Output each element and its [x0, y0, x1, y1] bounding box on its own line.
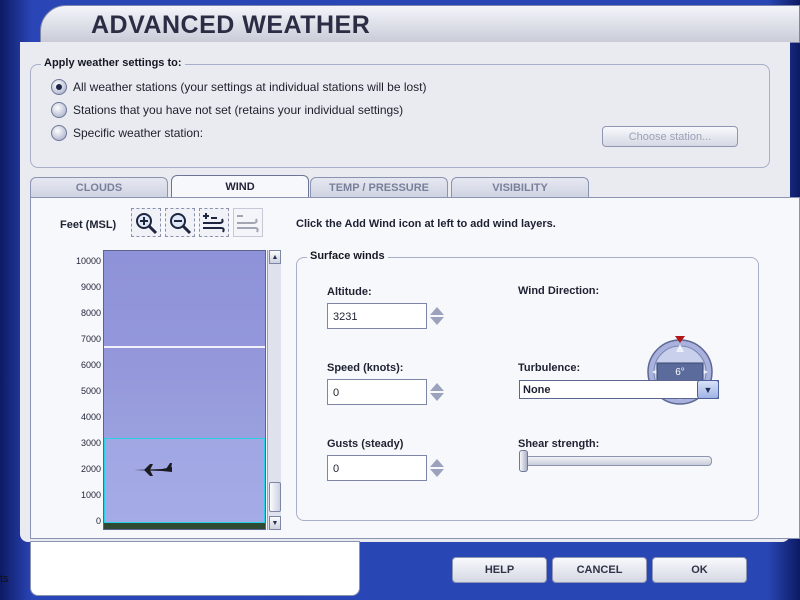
- radio-label: Specific weather station:: [73, 126, 204, 140]
- help-button[interactable]: HELP: [452, 557, 547, 583]
- scroll-thumb[interactable]: [269, 482, 281, 512]
- turbulence-value: None: [523, 384, 551, 396]
- spin-up-icon[interactable]: [430, 383, 444, 391]
- gusts-input[interactable]: 0: [327, 455, 427, 481]
- surface-wind-layer[interactable]: [104, 438, 265, 523]
- altitude-tick: 9000: [80, 282, 101, 292]
- bottom-white-panel: [30, 541, 360, 596]
- altitude-label: Altitude:: [327, 286, 372, 298]
- radio-all-stations[interactable]: All weather stations (your settings at i…: [51, 79, 427, 95]
- remove-wind-icon[interactable]: [233, 208, 263, 237]
- shear-strength-slider[interactable]: [519, 456, 712, 466]
- ok-button[interactable]: OK: [652, 557, 747, 583]
- speed-label: Speed (knots):: [327, 362, 404, 374]
- tab-visibility[interactable]: VISIBILITY: [451, 177, 589, 197]
- radio-button[interactable]: [51, 102, 67, 118]
- choose-station-button[interactable]: Choose station...: [602, 126, 738, 147]
- radio-specific-station[interactable]: Specific weather station:: [51, 125, 203, 141]
- shear-strength-handle[interactable]: [519, 450, 528, 472]
- tab-wind[interactable]: WIND: [171, 175, 309, 197]
- title-bar: ADVANCED WEATHER: [40, 5, 800, 43]
- altitude-tick: 5000: [80, 386, 101, 396]
- altitude-tick: 8000: [80, 308, 101, 318]
- spin-down-icon[interactable]: [430, 393, 444, 401]
- chevron-down-icon[interactable]: ▼: [697, 380, 719, 399]
- wind-direction-value: 6°: [675, 366, 685, 378]
- add-wind-icon[interactable]: [199, 208, 229, 237]
- apply-legend: Apply weather settings to:: [41, 57, 185, 69]
- scroll-up-icon[interactable]: ▲: [269, 250, 281, 264]
- radio-label: Stations that you have not set (retains …: [73, 103, 404, 117]
- apply-settings-group: Apply weather settings to: All weather s…: [30, 57, 770, 168]
- turbulence-label: Turbulence:: [518, 362, 581, 374]
- zoom-out-icon[interactable]: [165, 208, 195, 237]
- cancel-button[interactable]: CANCEL: [552, 557, 647, 583]
- ground-strip: [104, 523, 265, 529]
- shear-strength-label: Shear strength:: [518, 438, 600, 450]
- altitude-tick: 0: [95, 516, 101, 526]
- wind-tab-content: Feet (MSL) Click the Add Wind icon at le…: [30, 197, 800, 539]
- gusts-label: Gusts (steady): [327, 438, 404, 450]
- spin-up-icon[interactable]: [430, 459, 444, 467]
- zoom-in-icon[interactable]: [131, 208, 161, 237]
- tab-clouds[interactable]: CLOUDS: [30, 177, 168, 197]
- wind-layer-view[interactable]: [103, 250, 266, 530]
- scroll-down-icon[interactable]: ▼: [269, 516, 281, 530]
- altitude-tick: 3000: [80, 438, 101, 448]
- altitude-tick: 10000: [75, 256, 101, 266]
- radio-button[interactable]: [51, 125, 67, 141]
- altitude-tick: 7000: [80, 334, 101, 344]
- main-panel: Apply weather settings to: All weather s…: [20, 42, 800, 542]
- turbulence-dropdown[interactable]: None ▼: [519, 380, 719, 399]
- feet-msl-label: Feet (MSL): [60, 219, 117, 231]
- wind-direction-label: Wind Direction:: [518, 285, 600, 297]
- spin-up-icon[interactable]: [430, 307, 444, 315]
- tab-temp-pressure[interactable]: TEMP / PRESSURE: [310, 177, 448, 197]
- surface-winds-legend: Surface winds: [307, 250, 388, 262]
- spin-down-icon[interactable]: [430, 469, 444, 477]
- altitude-tick: 6000: [80, 360, 101, 370]
- tab-bar: CLOUDS WIND TEMP / PRESSURE VISIBILITY: [30, 175, 770, 197]
- altitude-input[interactable]: 3231: [327, 303, 427, 329]
- altitude-tick: 4000: [80, 412, 101, 422]
- speed-input[interactable]: 0: [327, 379, 427, 405]
- radio-button[interactable]: [51, 79, 67, 95]
- altitude-spinner[interactable]: [429, 303, 445, 329]
- altitude-tick: 1000: [80, 490, 101, 500]
- speed-spinner[interactable]: [429, 379, 445, 405]
- surface-winds-group: Surface winds Altitude: 3231 Speed (knot…: [296, 250, 759, 521]
- window-title: ADVANCED WEATHER: [91, 11, 371, 39]
- radio-unset-stations[interactable]: Stations that you have not set (retains …: [51, 102, 403, 118]
- altitude-scale: 10000 9000 8000 7000 6000 5000 4000 3000…: [61, 253, 101, 535]
- gusts-spinner[interactable]: [429, 455, 445, 481]
- bottom-left-fragment: ts: [0, 573, 9, 585]
- wind-instruction: Click the Add Wind icon at left to add w…: [296, 218, 556, 230]
- spin-down-icon[interactable]: [430, 317, 444, 325]
- aircraft-icon: [134, 463, 172, 476]
- wind-layer-line[interactable]: [104, 346, 265, 348]
- altitude-tick: 2000: [80, 464, 101, 474]
- altitude-scrollbar[interactable]: ▲ ▼: [267, 250, 281, 530]
- radio-label: All weather stations (your settings at i…: [73, 80, 427, 94]
